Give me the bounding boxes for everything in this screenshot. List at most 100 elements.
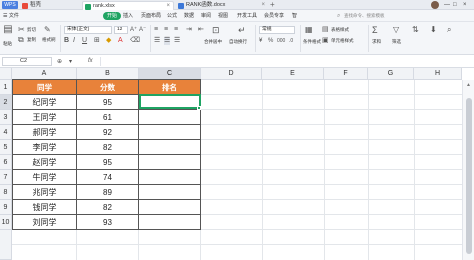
command-search[interactable]: ⌕ 查找命令、搜索模板 bbox=[336, 12, 398, 20]
find-icon[interactable]: ⌕ bbox=[447, 26, 451, 34]
paste-icon[interactable]: ▤ bbox=[3, 25, 13, 38]
menu-data[interactable]: 数据 bbox=[184, 12, 194, 20]
row-header-8[interactable]: 8 bbox=[0, 185, 12, 200]
grow-font-icon[interactable]: A⁺ bbox=[130, 26, 137, 34]
active-cell-selection[interactable] bbox=[139, 94, 201, 109]
table-cell[interactable]: 95 bbox=[77, 155, 139, 170]
sort-icon[interactable]: ⇅ bbox=[412, 26, 419, 34]
outdent-icon[interactable]: ⇤ bbox=[198, 26, 204, 34]
table-cell[interactable] bbox=[139, 125, 201, 140]
menu-member[interactable]: 会员专享 bbox=[264, 12, 284, 20]
maximize-button[interactable]: □ bbox=[453, 0, 457, 10]
table-cell[interactable] bbox=[139, 110, 201, 125]
font-size-select[interactable]: 12 bbox=[114, 26, 128, 34]
table-cell[interactable] bbox=[139, 170, 201, 185]
scrollbar-thumb[interactable] bbox=[466, 98, 472, 254]
cut-button[interactable]: 剪切 bbox=[27, 27, 36, 32]
cell-style-button[interactable]: 单元格样式 bbox=[331, 38, 354, 43]
percent-icon[interactable]: % bbox=[268, 37, 273, 45]
cell-style-icon[interactable]: ▣ bbox=[322, 37, 329, 45]
decimal-icon[interactable]: .0 bbox=[289, 37, 293, 45]
tab-daoke[interactable]: 稻壳 bbox=[20, 1, 80, 10]
cut-icon[interactable]: ✂ bbox=[18, 26, 25, 34]
table-cell[interactable]: 61 bbox=[77, 110, 139, 125]
menu-developer[interactable]: 开发工具 bbox=[237, 12, 257, 20]
format-painter-button[interactable]: 格式刷 bbox=[42, 37, 56, 42]
eraser-icon[interactable]: ⌫ bbox=[130, 37, 140, 45]
menu-start[interactable]: 开始 bbox=[103, 12, 122, 20]
table-cell[interactable]: 92 bbox=[77, 125, 139, 140]
close-icon[interactable]: × bbox=[261, 1, 265, 10]
font-color-icon[interactable]: A bbox=[118, 37, 123, 45]
currency-icon[interactable]: ¥ bbox=[259, 37, 262, 45]
row-header-1[interactable]: 1 bbox=[0, 80, 12, 95]
table-cell[interactable]: 89 bbox=[77, 185, 139, 200]
table-cell[interactable]: 82 bbox=[77, 140, 139, 155]
column-header-f[interactable]: F bbox=[324, 68, 368, 80]
scroll-up-icon[interactable]: ▲ bbox=[466, 82, 471, 88]
avatar[interactable] bbox=[431, 1, 439, 9]
column-header-d[interactable]: D bbox=[201, 68, 262, 80]
copy-icon[interactable]: ⧉ bbox=[18, 36, 24, 44]
column-header-g[interactable]: G bbox=[368, 68, 414, 80]
align-middle-icon[interactable]: ≡ bbox=[164, 26, 168, 34]
align-bottom-icon[interactable]: ≡ bbox=[174, 26, 178, 34]
row-header-4[interactable]: 4 bbox=[0, 125, 12, 140]
align-center-icon[interactable]: ☰ bbox=[164, 37, 171, 45]
wps-logo[interactable]: WPS bbox=[2, 1, 18, 9]
table-cell[interactable] bbox=[139, 200, 201, 215]
shrink-font-icon[interactable]: A⁻ bbox=[139, 26, 146, 34]
table-cell[interactable]: 纪同学 bbox=[13, 95, 77, 110]
table-cell[interactable] bbox=[139, 185, 201, 200]
row-header-5[interactable]: 5 bbox=[0, 140, 12, 155]
table-cell[interactable]: 赵同学 bbox=[13, 155, 77, 170]
indent-icon[interactable]: ⇥ bbox=[186, 26, 192, 34]
fill-handle[interactable] bbox=[197, 106, 201, 110]
table-cell[interactable]: 95 bbox=[77, 95, 139, 110]
row-header-9[interactable]: 9 bbox=[0, 200, 12, 215]
number-format-select[interactable]: 常规 bbox=[259, 26, 295, 34]
vertical-scrollbar[interactable]: ▲ bbox=[462, 80, 474, 260]
fill-icon[interactable]: ⬇ bbox=[430, 26, 437, 34]
row-header-7[interactable]: 7 bbox=[0, 170, 12, 185]
bold-icon[interactable]: B bbox=[64, 37, 69, 45]
header-cell-name[interactable]: 同学 bbox=[13, 80, 77, 95]
table-cell[interactable]: 钱同学 bbox=[13, 200, 77, 215]
align-left-icon[interactable]: ☰ bbox=[154, 37, 160, 45]
table-cell[interactable]: 74 bbox=[77, 170, 139, 185]
menu-smart[interactable]: 智 bbox=[292, 12, 297, 20]
chevron-down-icon[interactable]: ▾ bbox=[69, 58, 72, 66]
fill-color-icon[interactable]: ◆ bbox=[106, 37, 111, 45]
thousands-icon[interactable]: 000 bbox=[277, 37, 285, 45]
paste-button[interactable]: 粘贴 bbox=[3, 41, 12, 46]
row-header-10[interactable]: 10 bbox=[0, 215, 12, 230]
table-cell[interactable]: 82 bbox=[77, 200, 139, 215]
format-painter-icon[interactable]: ✎ bbox=[44, 26, 51, 34]
wrap-text-button[interactable]: 自动换行 bbox=[229, 39, 247, 44]
italic-icon[interactable]: I bbox=[73, 37, 75, 45]
menu-file[interactable]: ☰ 文件 bbox=[3, 12, 19, 20]
table-cell[interactable]: 93 bbox=[77, 215, 139, 230]
table-cell[interactable] bbox=[139, 155, 201, 170]
sum-icon[interactable]: Σ bbox=[372, 26, 378, 35]
font-name-select[interactable]: 宋体(正文) bbox=[64, 26, 112, 34]
minimize-button[interactable]: — bbox=[444, 0, 450, 10]
filter-button[interactable]: 筛选 bbox=[392, 39, 401, 44]
copy-button[interactable]: 复制 bbox=[27, 37, 36, 42]
new-tab-button[interactable]: + bbox=[270, 0, 275, 9]
table-cell[interactable]: 李同学 bbox=[13, 140, 77, 155]
table-cell[interactable] bbox=[139, 140, 201, 155]
merge-center-button[interactable]: 合并居中 bbox=[204, 39, 222, 44]
menu-page-layout[interactable]: 页面布局 bbox=[141, 12, 161, 20]
tab-rank-xlsx[interactable]: rank.xlsx × bbox=[82, 1, 174, 10]
row-header-6[interactable]: 6 bbox=[0, 155, 12, 170]
select-all-corner[interactable] bbox=[0, 68, 12, 80]
table-style-button[interactable]: 表格样式 bbox=[331, 27, 349, 32]
window-close-button[interactable]: × bbox=[463, 0, 467, 10]
menu-insert[interactable]: 插入 bbox=[123, 12, 133, 20]
table-cell[interactable] bbox=[139, 215, 201, 230]
row-header-3[interactable]: 3 bbox=[0, 110, 12, 125]
conditional-format-icon[interactable]: ▦ bbox=[305, 26, 313, 34]
conditional-format-button[interactable]: 条件格式 bbox=[303, 39, 321, 44]
border-icon[interactable]: ⊞ bbox=[94, 37, 100, 45]
